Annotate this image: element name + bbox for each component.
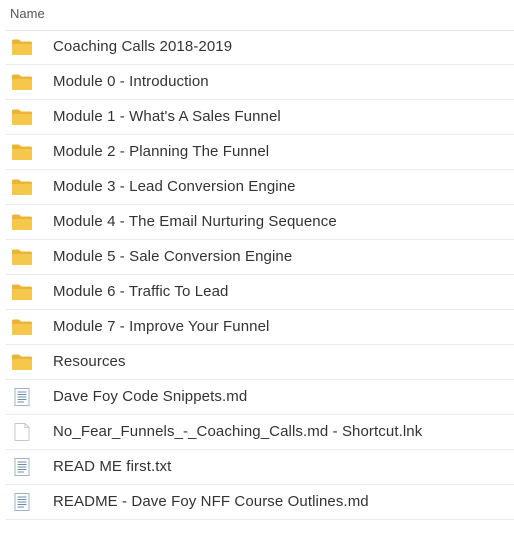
text-file-icon (11, 388, 33, 406)
file-name-link[interactable]: Module 1 - What's A Sales Funnel (53, 108, 281, 125)
file-name-link[interactable]: Module 7 - Improve Your Funnel (53, 318, 269, 335)
folder-row[interactable]: Module 1 - What's A Sales Funnel (6, 100, 514, 135)
file-name-link[interactable]: READ ME first.txt (53, 458, 171, 475)
folder-row[interactable]: Module 5 - Sale Conversion Engine (6, 240, 514, 275)
file-row[interactable]: Dave Foy Code Snippets.md (6, 380, 514, 415)
file-name-link[interactable]: Resources (53, 353, 126, 370)
file-name-link[interactable]: Module 3 - Lead Conversion Engine (53, 178, 296, 195)
file-name-link[interactable]: README - Dave Foy NFF Course Outlines.md (53, 493, 369, 510)
folder-row[interactable]: Resources (6, 345, 514, 380)
folder-icon (11, 283, 33, 301)
folder-icon (11, 108, 33, 126)
folder-row[interactable]: Module 3 - Lead Conversion Engine (6, 170, 514, 205)
folder-icon (11, 248, 33, 266)
folder-icon (11, 73, 33, 91)
folder-icon (11, 353, 33, 371)
file-row[interactable]: No_Fear_Funnels_-_Coaching_Calls.md - Sh… (6, 415, 514, 450)
file-name-link[interactable]: Module 6 - Traffic To Lead (53, 283, 228, 300)
file-name-link[interactable]: Module 4 - The Email Nurturing Sequence (53, 213, 337, 230)
file-name-link[interactable]: No_Fear_Funnels_-_Coaching_Calls.md - Sh… (53, 423, 422, 440)
file-row[interactable]: README - Dave Foy NFF Course Outlines.md (6, 485, 514, 520)
folder-icon (11, 178, 33, 196)
folder-row[interactable]: Module 7 - Improve Your Funnel (6, 310, 514, 345)
folder-row[interactable]: Coaching Calls 2018-2019 (6, 30, 514, 65)
folder-row[interactable]: Module 2 - Planning The Funnel (6, 135, 514, 170)
folder-row[interactable]: Module 4 - The Email Nurturing Sequence (6, 205, 514, 240)
folder-icon (11, 318, 33, 336)
folder-icon (11, 38, 33, 56)
file-name-link[interactable]: Module 2 - Planning The Funnel (53, 143, 269, 160)
file-name-link[interactable]: Coaching Calls 2018-2019 (53, 38, 232, 55)
folder-row[interactable]: Module 0 - Introduction (6, 65, 514, 100)
name-column-header[interactable]: Name (10, 6, 45, 21)
file-name-link[interactable]: Dave Foy Code Snippets.md (53, 388, 247, 405)
folder-row[interactable]: Module 6 - Traffic To Lead (6, 275, 514, 310)
text-file-icon (11, 458, 33, 476)
blank-file-icon (11, 423, 33, 441)
folder-icon (11, 213, 33, 231)
file-name-link[interactable]: Module 0 - Introduction (53, 73, 209, 90)
list-header: Name (6, 0, 514, 31)
file-row[interactable]: READ ME first.txt (6, 450, 514, 485)
text-file-icon (11, 493, 33, 511)
file-name-link[interactable]: Module 5 - Sale Conversion Engine (53, 248, 292, 265)
file-list: Coaching Calls 2018-2019 Module 0 - Intro… (6, 30, 514, 520)
folder-icon (11, 143, 33, 161)
